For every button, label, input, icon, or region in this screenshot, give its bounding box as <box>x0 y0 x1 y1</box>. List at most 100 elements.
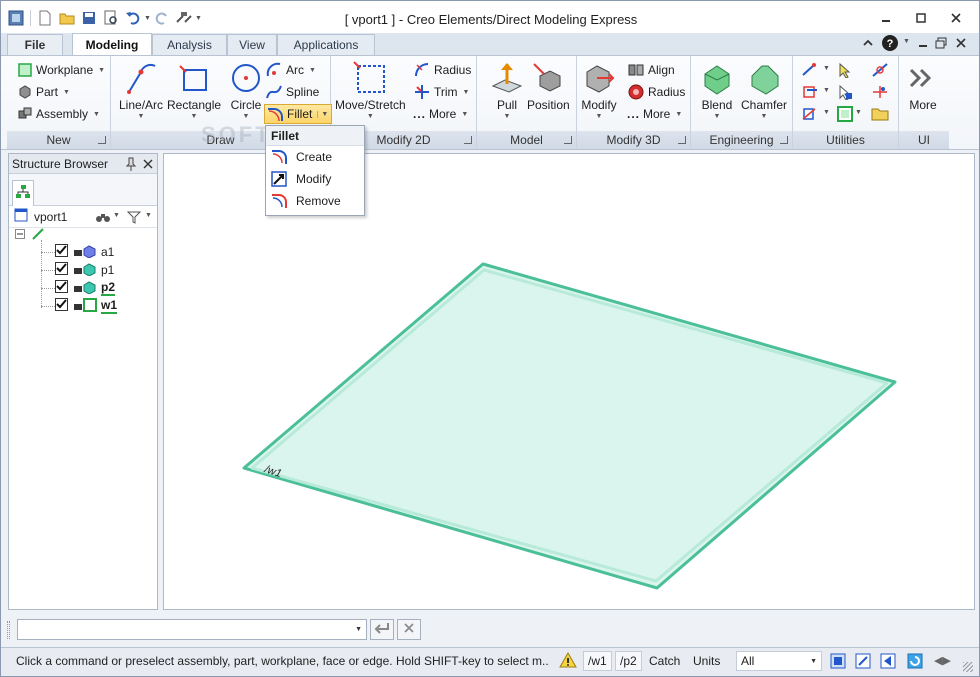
folder-icon[interactable] <box>871 106 889 125</box>
tree-item-a1[interactable]: a1 <box>41 243 114 261</box>
pin-icon[interactable] <box>125 157 137 174</box>
more-3d-button[interactable]: ... More ▼ <box>627 104 682 124</box>
assembly-button[interactable]: Assembly ▼ <box>17 104 100 124</box>
line-arc-button[interactable]: Line/Arc ▼ <box>119 60 163 120</box>
redo-icon[interactable] <box>151 8 173 28</box>
save-icon[interactable] <box>78 8 100 28</box>
warning-icon[interactable] <box>559 651 577 671</box>
binoculars-icon[interactable] <box>95 210 111 227</box>
workplane-button[interactable]: Workplane ▼ <box>17 60 105 80</box>
dialog-launcher-icon[interactable] <box>780 136 788 144</box>
workplane-frame-dropdown-icon[interactable]: ▼ <box>855 109 862 116</box>
filter-dropdown-icon[interactable]: ▼ <box>145 212 152 219</box>
part-button[interactable]: Part ▼ <box>17 82 70 102</box>
workplane-frame-icon[interactable] <box>837 106 853 125</box>
visibility-checkbox[interactable] <box>55 298 68 314</box>
snap-icon[interactable] <box>871 62 889 81</box>
doc-restore-icon[interactable] <box>935 37 947 52</box>
rotate-view-icon[interactable] <box>907 653 923 672</box>
help-icon[interactable]: ? <box>881 34 899 55</box>
mirror-icon[interactable] <box>871 84 889 103</box>
trim-button[interactable]: Trim ▼ <box>413 82 469 102</box>
viewport-canvas[interactable]: /w1 <box>163 153 975 610</box>
copy-dropdown-icon[interactable]: ▼ <box>823 109 830 116</box>
help-dropdown-icon[interactable]: ▼ <box>903 38 910 45</box>
active-workplane-field[interactable]: /w1 <box>583 651 612 671</box>
fillet-create-item[interactable]: Create <box>266 146 364 168</box>
customize-qat-icon[interactable]: ▼ <box>195 15 202 22</box>
minimize-icon[interactable] <box>871 9 901 27</box>
radius-2d-button[interactable]: Radius <box>413 60 471 80</box>
resize-grip-icon[interactable] <box>963 662 973 672</box>
rectangle-button[interactable]: Rectangle ▼ <box>167 60 221 120</box>
ui-more-button[interactable]: More <box>907 60 939 112</box>
fillet-button[interactable]: Fillet ▼ <box>264 104 333 124</box>
panel-close-icon[interactable] <box>143 158 153 172</box>
app-menu-icon[interactable] <box>5 8 27 28</box>
tree-item-p1[interactable]: p1 <box>41 261 114 279</box>
close-icon[interactable] <box>941 9 971 27</box>
selection-filter-select[interactable]: All ▼ <box>736 651 822 671</box>
tab-analysis[interactable]: Analysis <box>152 34 227 55</box>
measure-dropdown-icon[interactable]: ▼ <box>823 65 830 72</box>
open-folder-icon[interactable] <box>56 8 78 28</box>
maximize-icon[interactable] <box>906 9 936 27</box>
active-part-field[interactable]: /p2 <box>615 651 642 671</box>
units-button[interactable]: Units <box>689 651 724 671</box>
spline-button[interactable]: Spline <box>265 82 319 102</box>
command-dropdown-icon[interactable]: ▼ <box>355 626 362 633</box>
command-input[interactable]: ▼ <box>17 619 367 640</box>
chamfer-button[interactable]: Chamfer ▼ <box>741 60 787 120</box>
query-icon[interactable] <box>837 84 853 103</box>
dialog-launcher-icon[interactable] <box>564 136 572 144</box>
visibility-checkbox[interactable] <box>55 244 68 260</box>
align-button[interactable]: Align <box>627 60 675 80</box>
new-file-icon[interactable] <box>34 8 56 28</box>
position-button[interactable]: Position <box>527 60 570 112</box>
fillet-remove-item[interactable]: Remove <box>266 190 364 212</box>
select-icon[interactable] <box>837 62 853 81</box>
fillet-modify-item[interactable]: Modify <box>266 168 364 190</box>
zoom-fit-icon[interactable] <box>855 653 871 672</box>
doc-close-icon[interactable] <box>955 37 967 52</box>
catch-button[interactable]: Catch <box>645 651 684 671</box>
scroll-arrows-icon[interactable]: ◀▶ <box>934 654 951 667</box>
ribbon-minimize-icon[interactable] <box>861 36 875 53</box>
tab-applications[interactable]: Applications <box>277 34 375 55</box>
display-mode-icon[interactable] <box>830 653 846 672</box>
tab-modeling[interactable]: Modeling <box>72 33 152 55</box>
pull-button[interactable]: Pull ▼ <box>489 60 525 120</box>
dialog-launcher-icon[interactable] <box>464 136 472 144</box>
modify-3d-button[interactable]: Modify ▼ <box>581 60 617 120</box>
find-dropdown-icon[interactable]: ▼ <box>113 212 120 219</box>
doc-minimize-icon[interactable] <box>918 38 928 52</box>
blend-button[interactable]: Blend ▼ <box>699 60 735 120</box>
move-stretch-button[interactable]: Move/Stretch ▼ <box>335 60 406 120</box>
tree-item-w1[interactable]: w1 <box>41 297 118 315</box>
visibility-checkbox[interactable] <box>55 262 68 278</box>
pattern-icon[interactable] <box>801 84 819 103</box>
print-preview-icon[interactable] <box>100 8 122 28</box>
undo-icon[interactable] <box>122 8 144 28</box>
tree-tab[interactable] <box>12 180 34 206</box>
filter-icon[interactable] <box>126 210 142 227</box>
tools-icon[interactable] <box>173 8 195 28</box>
copy-icon[interactable] <box>801 106 819 125</box>
pattern-dropdown-icon[interactable]: ▼ <box>823 87 830 94</box>
enter-command-button[interactable] <box>370 619 394 640</box>
arc-button[interactable]: Arc ▼ <box>265 60 316 80</box>
radius-3d-button[interactable]: Radius <box>627 82 685 102</box>
circle-button[interactable]: Circle ▼ <box>228 60 264 120</box>
cancel-command-button[interactable] <box>397 619 421 640</box>
tab-file[interactable]: File <box>7 34 63 55</box>
previous-view-icon[interactable] <box>880 653 896 672</box>
more-2d-button[interactable]: ... More ▼ <box>413 104 468 124</box>
dialog-launcher-icon[interactable] <box>678 136 686 144</box>
undo-dropdown-icon[interactable]: ▼ <box>144 15 151 22</box>
collapse-icon[interactable] <box>15 228 25 242</box>
visibility-checkbox[interactable] <box>55 280 68 296</box>
viewport-selector[interactable]: vport1 ▼ ▼ <box>9 206 157 228</box>
measure-icon[interactable] <box>801 62 819 81</box>
tab-view[interactable]: View <box>227 34 277 55</box>
tree-item-p2[interactable]: p2 <box>41 279 116 297</box>
